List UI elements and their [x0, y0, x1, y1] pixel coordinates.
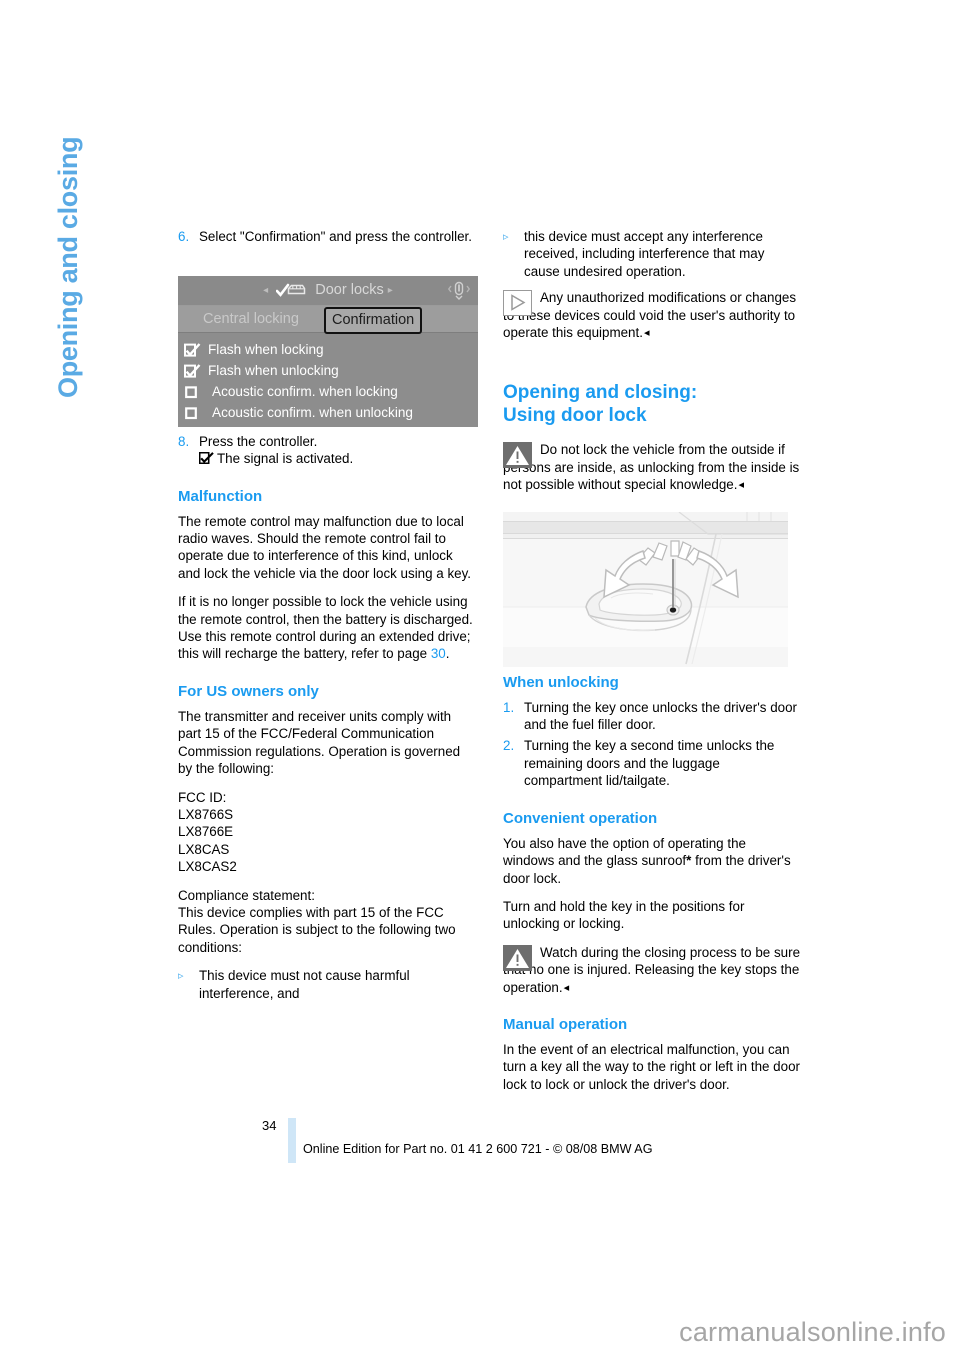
step-list-upper: 6. Select "Confirmation" and press the c… — [178, 228, 475, 245]
idrive-option-row[interactable]: Acoustic confirm. when locking — [184, 381, 478, 402]
idrive-option-label: Flash when unlocking — [208, 363, 339, 378]
end-of-note-icon: ◂ — [643, 327, 650, 340]
page-reference[interactable]: 30 — [431, 646, 446, 661]
checkbox-checked-icon — [198, 451, 214, 465]
step-text-line: Press the controller. — [199, 433, 318, 449]
paragraph-text-end: . — [445, 646, 450, 662]
paragraph: If it is no longer possible to lock the … — [178, 593, 475, 663]
checkbox-checked-icon[interactable] — [184, 342, 206, 357]
step-text: Turning the key once unlocks the driver'… — [524, 699, 797, 733]
paragraph: The remote control may malfunction due t… — [178, 513, 472, 581]
warning-triangle-icon — [503, 944, 532, 971]
note-text: Any unauthorized modifications or change… — [503, 290, 797, 341]
site-watermark: carmanualsonline.info — [679, 1317, 946, 1347]
step-item: 6. Select "Confirmation" and press the c… — [178, 228, 475, 245]
step-result-text: The signal is activated. — [217, 451, 354, 467]
door-locks-car-icon — [275, 279, 306, 297]
fcc-id-value: LX8766S — [178, 806, 234, 822]
scroll-indicator-icon[interactable] — [447, 281, 471, 301]
compliance-statement: Compliance statement: This device compli… — [178, 887, 475, 957]
idrive-option-list: Flash when locking Flash when unlocking — [178, 333, 478, 423]
step-item: 1. Turning the key once unlocks the driv… — [503, 699, 800, 734]
section-heading-convenient-operation: Convenient operation — [503, 809, 658, 827]
checkbox-checked-icon[interactable] — [184, 363, 206, 378]
step-item: 8. Press the controller. The signal is a… — [178, 433, 475, 468]
idrive-title-text: Door locks — [315, 282, 384, 298]
footer-edition-text: Online Edition for Part no. 01 41 2 600 … — [303, 1142, 653, 1156]
chapter-heading-line-2: Using door lock — [503, 405, 647, 427]
manual-page: Opening and closing 6. Select "Confirmat… — [0, 0, 960, 1358]
checkbox-unchecked-icon[interactable] — [184, 385, 206, 399]
paragraph-text: If it is no longer possible to lock the … — [178, 594, 473, 662]
paragraph: In the event of an electrical malfunctio… — [503, 1041, 800, 1092]
checkbox-unchecked-icon[interactable] — [184, 406, 206, 420]
section-heading-us-owners: For US owners only — [178, 682, 319, 700]
warning-text: Do not lock the vehicle from the outside… — [503, 442, 800, 493]
step-item: 2. Turning the key a second time unlocks… — [503, 737, 800, 789]
paragraph: Turn and hold the key in the positions f… — [503, 898, 745, 932]
warning-callout-text: Do not lock the vehicle from the outside… — [503, 441, 800, 493]
idrive-header: ◂ Door locks ▸ — [178, 276, 478, 306]
paragraph: The transmitter and receiver units compl… — [178, 708, 461, 777]
fcc-id-label: FCC ID: — [178, 789, 227, 805]
step-text: Turning the key a second time unlocks th… — [524, 738, 775, 789]
idrive-tab-bar: Central locking Confirmation — [178, 306, 478, 334]
warning-callout-text: Watch during the closing process to be s… — [503, 944, 800, 996]
step-number: 6. — [178, 229, 190, 244]
end-of-note-icon: ◂ — [738, 479, 745, 492]
step-text: Press the controller. The signal is acti… — [198, 433, 475, 468]
chevron-left-icon[interactable]: ◂ — [263, 285, 268, 296]
triangle-bullet-icon: ▹ — [178, 970, 184, 983]
section-heading-manual-operation: Manual operation — [503, 1015, 628, 1033]
tab-confirmation[interactable]: Confirmation — [324, 307, 423, 334]
step-list-unlocking: 1. Turning the key once unlocks the driv… — [503, 699, 800, 790]
idrive-option-label: Acoustic confirm. when locking — [212, 384, 398, 399]
footer-divider — [288, 1118, 296, 1163]
bullet-list: ▹ this device must accept any interferen… — [503, 228, 800, 280]
compliance-label: Compliance statement: — [178, 887, 315, 903]
paragraph: You also have the option of operating th… — [503, 835, 800, 887]
chapter-heading-line-1: Opening and closing: — [503, 382, 698, 404]
warning-callout: Do not lock the vehicle from the outside… — [503, 441, 800, 493]
chapter-tab: Opening and closing — [53, 136, 83, 398]
section-heading-when-unlocking: When unlocking — [503, 673, 619, 691]
note-triangle-icon — [503, 290, 532, 317]
step-number: 8. — [178, 433, 190, 449]
idrive-option-label: Acoustic confirm. when unlocking — [212, 405, 413, 420]
idrive-title-bar: ◂ Door locks ▸ — [178, 276, 478, 305]
warning-text: Watch during the closing process to be s… — [503, 944, 801, 995]
list-item: ▹ this device must accept any interferen… — [503, 228, 800, 280]
step-number: 2. — [503, 738, 515, 754]
step-text: Select "Confirmation" and press the cont… — [199, 229, 472, 244]
door-handle-key-illustration — [503, 512, 788, 667]
note-callout-text: Any unauthorized modifications or change… — [503, 289, 800, 341]
list-item: ▹ This device must not cause harmful int… — [178, 967, 475, 1002]
section-heading-malfunction: Malfunction — [178, 487, 263, 505]
step-number: 1. — [503, 699, 515, 715]
idrive-option-row[interactable]: Flash when locking — [184, 339, 478, 360]
page-number: 34 — [262, 1118, 277, 1133]
list-item-text: This device must not cause harmful inter… — [199, 968, 410, 1001]
fcc-id-list: FCC ID: LX8766S LX8766E LX8CAS LX8CAS2 — [178, 789, 475, 876]
page-footer: 34 Online Edition for Part no. 01 41 2 6… — [0, 1118, 960, 1164]
idrive-option-row[interactable]: Flash when unlocking — [184, 360, 478, 381]
fcc-id-value: LX8CAS — [178, 841, 230, 857]
compliance-text: This device complies with part 15 of the… — [178, 904, 456, 955]
chevron-right-icon[interactable]: ▸ — [388, 285, 393, 296]
end-of-note-icon: ◂ — [563, 981, 570, 994]
note-callout: Any unauthorized modifications or change… — [503, 289, 800, 341]
list-item-text: this device must accept any interference… — [524, 229, 765, 279]
triangle-bullet-icon: ▹ — [503, 231, 509, 243]
warning-callout: Watch during the closing process to be s… — [503, 944, 800, 996]
bullet-list: ▹ This device must not cause harmful int… — [178, 967, 475, 1002]
warning-triangle-icon — [503, 442, 532, 469]
tab-central-locking[interactable]: Central locking — [203, 306, 299, 332]
chapter-heading: Opening and closing: Using door lock — [503, 381, 800, 427]
idrive-screenshot-figure: ◂ Door locks ▸ Central locking Confirmat… — [178, 276, 478, 427]
fcc-id-value: LX8CAS2 — [178, 859, 237, 875]
idrive-option-row[interactable]: Acoustic confirm. when unlocking — [184, 402, 478, 423]
fcc-id-value: LX8766E — [178, 824, 234, 840]
idrive-option-label: Flash when locking — [208, 342, 324, 357]
